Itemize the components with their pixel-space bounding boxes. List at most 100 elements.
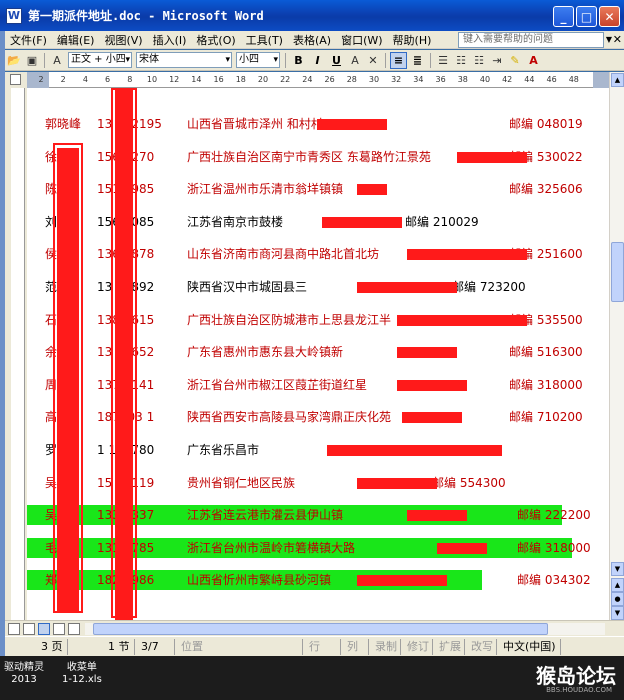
recipient-zip: 邮编 222200 xyxy=(517,508,591,523)
menu-tools[interactable]: 工具(T) xyxy=(241,32,288,48)
status-ovr[interactable]: 改写 xyxy=(465,638,497,655)
scroll-down-icon[interactable]: ▼ xyxy=(611,562,624,576)
character-scale-icon[interactable]: ✕ xyxy=(365,52,381,68)
ruler-tick: 2 xyxy=(38,75,44,84)
redaction-mark xyxy=(357,575,447,587)
document-page[interactable]: 郭晓峰 13 142195 山西省晋城市泽州 和村村 邮编 048019 徐 1567 2… xyxy=(27,88,609,620)
underline-button[interactable]: U xyxy=(328,52,345,69)
save-icon[interactable]: ▣ xyxy=(24,52,40,68)
font-select[interactable]: 宋体 xyxy=(136,52,232,68)
taskbar: 驱动精灵 2013 收菜单 1-12.xls 猴岛论坛 BBS.HOUDAO.C… xyxy=(0,656,624,700)
recipient-name: 郭晓峰 xyxy=(45,117,82,131)
recipient-address: 广西壮族自治区防城港市上思县龙江半 xyxy=(187,312,392,327)
highlight-icon[interactable]: ✎ xyxy=(507,52,523,68)
style-select[interactable]: 正文 + 小四 xyxy=(68,52,132,68)
recipient-address: 浙江省温州市乐清市翁垟镇镇 xyxy=(187,182,344,197)
font-size-select[interactable]: 小四 xyxy=(236,52,280,68)
menu-file[interactable]: 文件(F) xyxy=(5,32,52,48)
redaction-mark xyxy=(322,216,402,228)
redaction-mark xyxy=(357,477,437,489)
menu-window[interactable]: 窗口(W) xyxy=(336,32,387,48)
formatting-toolbar: 📂 ▣ A 正文 + 小四 宋体 小四 B I U A ✕ ≡ ≣ ☰ ☷ ☷ … xyxy=(5,50,624,71)
italic-button[interactable]: I xyxy=(309,52,326,69)
ruler-tick: 20 xyxy=(257,75,269,84)
redaction-mark xyxy=(402,412,462,424)
maximize-button[interactable]: □ xyxy=(576,6,597,27)
taskbar-item-sub: 2013 xyxy=(11,674,37,685)
menu-edit[interactable]: 编辑(E) xyxy=(52,32,100,48)
status-trk[interactable]: 修订 xyxy=(401,638,433,655)
status-rec[interactable]: 录制 xyxy=(369,638,401,655)
redaction-mark xyxy=(357,282,457,293)
doc-close-icon[interactable]: ✕ xyxy=(613,33,622,46)
status-bar: 3 页 1 节 3/7 位置 行 列 录制 修订 扩展 改写 中文(中国) xyxy=(5,636,624,656)
horizontal-scroll-thumb[interactable] xyxy=(93,623,548,635)
ruler-tick: 6 xyxy=(105,75,111,84)
recipient-address: 浙江省台州市椒江区葭芷街道红星 xyxy=(187,377,368,392)
menu-help[interactable]: 帮助(H) xyxy=(388,32,437,48)
ruler-tick: 46 xyxy=(546,75,557,84)
taskbar-item-driver[interactable]: 驱动精灵 2013 xyxy=(4,662,44,686)
ruler-tick: 2 xyxy=(60,75,66,84)
ruler-tick: 16 xyxy=(213,75,224,84)
minimize-button[interactable]: _ xyxy=(553,6,574,27)
indent-icon[interactable]: ⇥ xyxy=(489,52,505,68)
taskbar-item-label: 收菜单 xyxy=(66,662,97,673)
browse-object-icon[interactable]: ● xyxy=(611,592,624,606)
redaction-mark xyxy=(397,379,467,391)
menu-table[interactable]: 表格(A) xyxy=(288,32,336,48)
align-left-button[interactable]: ≡ xyxy=(390,51,407,69)
normal-view-icon[interactable] xyxy=(8,622,20,635)
tab-selector[interactable] xyxy=(5,72,27,88)
recipient-zip: 邮编 210029 xyxy=(405,214,479,229)
print-view-icon[interactable] xyxy=(38,622,50,635)
scroll-up-icon[interactable]: ▲ xyxy=(611,73,624,87)
open-icon[interactable]: 📂 xyxy=(6,52,22,68)
window-title: 第一期派件地址.doc - Microsoft Word xyxy=(28,9,264,23)
redaction-mark xyxy=(407,249,527,261)
outline-view-icon[interactable] xyxy=(53,622,65,635)
close-button[interactable]: ✕ xyxy=(599,6,620,27)
title-bar: W 第一期派件地址.doc - Microsoft Word _ □ ✕ xyxy=(0,0,624,31)
taskbar-item-xls[interactable]: 收菜单 1-12.xls xyxy=(62,662,102,686)
horizontal-ruler[interactable]: 2 2 4 6 8 10 12 14 16 18 20 22 24 26 28 30 32 34 36 38 40 42 4… xyxy=(27,72,609,88)
address-row[interactable]: 吴 133 2337 江苏省连云港市灌云县伊山镇 邮编 222200 xyxy=(27,505,591,526)
status-ext[interactable]: 扩展 xyxy=(433,638,465,655)
help-dropdown-icon[interactable]: ▼ xyxy=(606,35,612,44)
character-border-icon[interactable]: A xyxy=(347,52,363,68)
redaction-mark xyxy=(397,347,457,359)
ruler-tick: 10 xyxy=(146,75,158,84)
address-row[interactable]: 毛 131 1785 浙江省台州市温岭市箬横镇大路 邮编 318000 xyxy=(27,537,591,558)
bold-button[interactable]: B xyxy=(290,52,307,69)
word-app-icon[interactable]: W xyxy=(6,7,22,24)
ruler-right-margin xyxy=(593,72,609,88)
ruler-tick: 8 xyxy=(127,75,133,84)
bullets-icon[interactable]: ☷ xyxy=(471,52,487,68)
recipient-address: 陕西省汉中市城固县三 xyxy=(187,280,308,294)
recipient-address: 广东省惠州市惠东县大岭镇新 xyxy=(187,345,344,360)
help-search-input[interactable]: 键入需要帮助的问题 xyxy=(458,32,604,48)
numbering-icon[interactable]: ☷ xyxy=(453,52,469,68)
line-spacing-icon[interactable]: ☰ xyxy=(435,52,451,68)
reading-view-icon[interactable] xyxy=(68,622,80,635)
align-justify-button[interactable]: ≣ xyxy=(409,52,426,69)
recipient-address: 广东省乐昌市 xyxy=(187,443,260,457)
menu-view[interactable]: 视图(V) xyxy=(99,32,147,48)
vertical-scrollbar[interactable]: ▲ ▼ ▲ ● ▼ xyxy=(609,72,624,620)
status-pages: 3/7 xyxy=(135,638,175,655)
recipient-zip: 邮编 034302 xyxy=(517,573,591,588)
taskbar-item-label: 驱动精灵 xyxy=(4,662,44,673)
separator xyxy=(44,52,45,68)
menu-format[interactable]: 格式(O) xyxy=(191,32,240,48)
separator xyxy=(430,52,431,68)
web-view-icon[interactable] xyxy=(23,622,35,635)
font-color-button[interactable]: A xyxy=(525,52,542,69)
separator xyxy=(285,52,286,68)
prev-page-icon[interactable]: ▲ xyxy=(611,578,624,592)
menu-insert[interactable]: 插入(I) xyxy=(148,32,192,48)
separator xyxy=(385,52,386,68)
next-page-icon[interactable]: ▼ xyxy=(611,606,624,620)
view-bar xyxy=(5,620,624,636)
style-pane-icon[interactable]: A xyxy=(49,52,65,68)
scroll-thumb[interactable] xyxy=(611,242,624,302)
